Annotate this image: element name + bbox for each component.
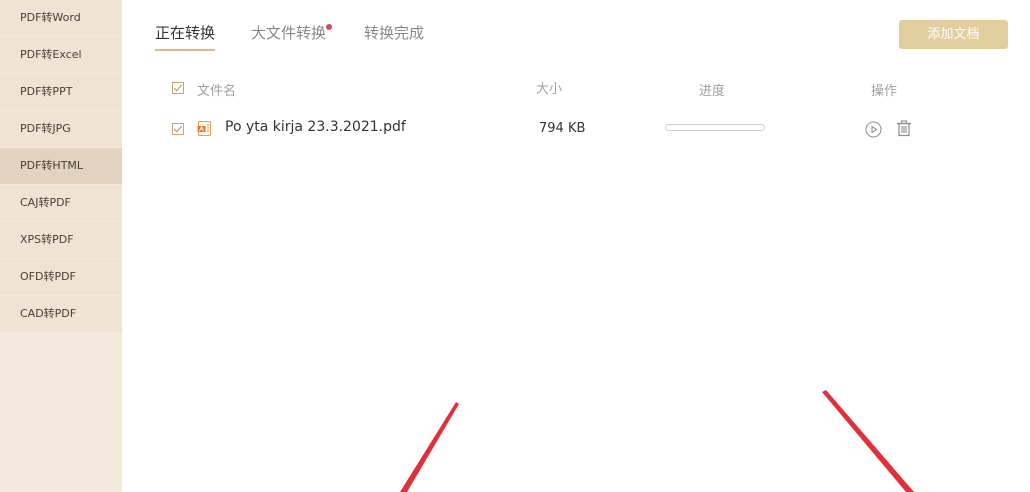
select-all-checkbox[interactable] bbox=[172, 82, 184, 94]
trash-icon[interactable] bbox=[896, 120, 912, 137]
right-red-line bbox=[822, 390, 914, 492]
tab-label: 转换完成 bbox=[364, 24, 425, 42]
file-size: 794 KB bbox=[539, 121, 586, 136]
column-header-filename: 文件名 bbox=[197, 84, 237, 99]
play-icon[interactable] bbox=[865, 121, 882, 138]
tab-large-file[interactable]: 大文件转换 bbox=[251, 22, 333, 49]
sidebar: PDF转Word PDF转Excel PDF转PPT PDF转JPG PDF转H… bbox=[0, 0, 122, 492]
column-header-size: 大小 bbox=[536, 82, 563, 97]
sidebar-item-pdf-to-html[interactable]: PDF转HTML bbox=[0, 148, 122, 184]
sidebar-item-ofd-to-pdf[interactable]: OFD转PDF bbox=[0, 259, 122, 295]
row-checkbox[interactable] bbox=[172, 123, 184, 135]
sidebar-item-pdf-to-ppt[interactable]: PDF转PPT bbox=[0, 74, 122, 110]
red-annotation-lines bbox=[400, 390, 914, 492]
tab-converting[interactable]: 正在转换 bbox=[155, 22, 216, 51]
tab-completed[interactable]: 转换完成 bbox=[364, 22, 424, 49]
tab-label: 正在转换 bbox=[155, 24, 216, 42]
sidebar-item-cad-to-pdf[interactable]: CAD转PDF bbox=[0, 296, 122, 332]
file-name: Po yta kirja 23.3.2021.pdf bbox=[225, 119, 406, 135]
sidebar-item-caj-to-pdf[interactable]: CAJ转PDF bbox=[0, 185, 122, 221]
notification-dot bbox=[326, 24, 333, 30]
add-document-button[interactable]: 添加文档 bbox=[899, 20, 1008, 49]
tab-label: 大文件转换 bbox=[251, 24, 327, 42]
sidebar-item-pdf-to-jpg[interactable]: PDF转JPG bbox=[0, 111, 122, 147]
app-window: PDF转Word PDF转Excel PDF转PPT PDF转JPG PDF转H… bbox=[0, 0, 1030, 492]
left-red-line bbox=[400, 402, 459, 492]
sidebar-item-xps-to-pdf[interactable]: XPS转PDF bbox=[0, 222, 122, 258]
pdf-file-icon bbox=[197, 121, 211, 136]
column-header-progress: 进度 bbox=[699, 84, 726, 99]
sidebar-item-pdf-to-excel[interactable]: PDF转Excel bbox=[0, 37, 122, 73]
progress-bar bbox=[665, 124, 765, 131]
sidebar-item-pdf-to-word[interactable]: PDF转Word bbox=[0, 0, 122, 36]
column-header-actions: 操作 bbox=[871, 84, 898, 99]
